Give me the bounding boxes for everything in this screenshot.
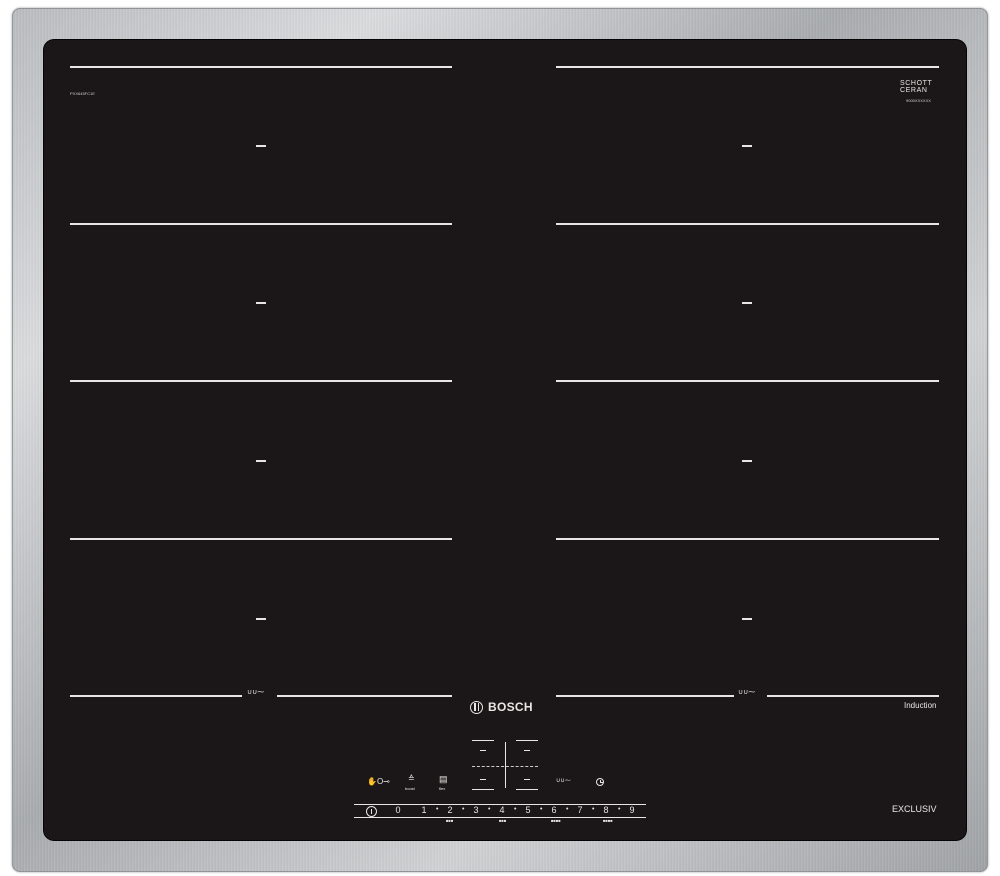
slider-sublabel-2: ■■■ <box>499 818 507 823</box>
bosch-brand-text: BOSCH <box>488 700 533 714</box>
timer-clock-icon[interactable] <box>596 778 604 786</box>
ceran-text: CERAN <box>900 87 928 94</box>
right-bottom-line-a <box>556 695 734 697</box>
slider-step-dot-1[interactable]: • <box>436 806 438 813</box>
power-level-1[interactable]: 1 <box>418 805 430 815</box>
power-level-2[interactable]: 2 <box>444 805 456 815</box>
move-bridge-icon[interactable]: ∪∪⁓ <box>556 777 571 784</box>
model-code-left: PXX645FC1E <box>70 91 95 96</box>
display-right-upper-dash <box>524 750 530 751</box>
display-separator <box>505 742 506 788</box>
display-dotted-divider <box>472 766 538 767</box>
zone-6-display[interactable] <box>742 302 752 304</box>
display-left-lower-dash <box>480 779 486 780</box>
slider-step-dot-8[interactable]: • <box>618 806 620 813</box>
display-right-top <box>516 740 538 741</box>
flex-icon[interactable]: ▤ <box>439 774 448 785</box>
induction-label: Induction <box>904 701 937 710</box>
power-level-9[interactable]: 9 <box>626 805 638 815</box>
slider-step-dot-5[interactable]: • <box>540 806 542 813</box>
right-bottom-line-b <box>767 695 939 697</box>
slider-step-dot-6[interactable]: • <box>566 806 568 813</box>
zone-3-display[interactable] <box>256 460 266 462</box>
zone-7-display[interactable] <box>742 460 752 462</box>
main-power-button[interactable] <box>366 806 377 817</box>
zone-8-display[interactable] <box>742 618 752 620</box>
zone-7-top-line <box>556 380 939 382</box>
power-level-6[interactable]: 6 <box>548 805 560 815</box>
flex-label: flex <box>439 786 446 791</box>
left-bottom-line-a <box>70 695 242 697</box>
model-code-right: 9000XXXXXX <box>906 98 931 103</box>
power-level-8[interactable]: 8 <box>600 805 612 815</box>
boost-icon[interactable]: ≙ <box>408 774 415 783</box>
boost-label: boost <box>405 786 415 791</box>
left-bridge-icon[interactable]: ∪∪⁓ <box>247 688 264 696</box>
display-left-upper-dash <box>480 750 486 751</box>
zone-1-top-line <box>70 66 452 68</box>
schott-ceran-logo: SCHOTT CERAN <box>900 80 932 94</box>
slider-step-dot-4[interactable]: • <box>514 806 516 813</box>
zone-5-top-line <box>556 66 939 68</box>
zone-8-top-line <box>556 538 939 540</box>
power-level-5[interactable]: 5 <box>522 805 534 815</box>
power-level-3[interactable]: 3 <box>470 805 482 815</box>
zone-6-top-line <box>556 223 939 225</box>
display-right-bottom <box>516 789 538 790</box>
slider-step-dot-2[interactable]: • <box>462 806 464 813</box>
slider-sublabel-3: ■■■■ <box>551 818 561 823</box>
right-bridge-icon[interactable]: ∪∪⁓ <box>738 688 755 696</box>
left-bottom-line-b <box>277 695 452 697</box>
schott-text: SCHOTT <box>900 80 933 87</box>
power-level-7[interactable]: 7 <box>574 805 586 815</box>
power-level-0[interactable]: 0 <box>392 805 404 815</box>
zone-2-top-line <box>70 223 452 225</box>
zone-4-display[interactable] <box>256 618 266 620</box>
ceramic-glass-cooktop: PXX645FC1E SCHOTT CERAN 9000XXXXXX ∪∪⁓ ∪… <box>44 40 966 840</box>
display-left-bottom <box>472 789 494 790</box>
slider-sublabel-1: ■■■ <box>446 818 454 823</box>
slider-step-dot-7[interactable]: • <box>592 806 594 813</box>
zone-4-top-line <box>70 538 452 540</box>
bosch-logo-icon <box>470 701 483 714</box>
zone-5-display[interactable] <box>742 145 752 147</box>
series-label: EXCLUSIV <box>892 804 937 814</box>
zone-1-display[interactable] <box>256 145 266 147</box>
display-left-top <box>472 740 494 741</box>
zone-3-top-line <box>70 380 452 382</box>
slider-sublabel-4: ■■■■ <box>603 818 613 823</box>
childlock-icon[interactable]: ✋O⊸ <box>367 777 390 786</box>
slider-step-dot-3[interactable]: • <box>488 806 490 813</box>
zone-2-display[interactable] <box>256 302 266 304</box>
power-level-4[interactable]: 4 <box>496 805 508 815</box>
display-right-lower-dash <box>524 779 530 780</box>
